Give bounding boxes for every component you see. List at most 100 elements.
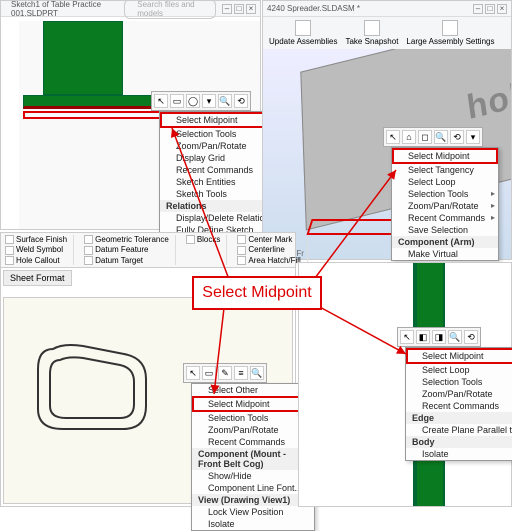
- menu-recent-commands[interactable]: Recent Commands: [192, 436, 314, 448]
- more-icon[interactable]: ▾: [466, 130, 480, 144]
- orbit-icon[interactable]: ⟲: [234, 94, 248, 108]
- filter-icon[interactable]: ▾: [202, 94, 216, 108]
- search-box[interactable]: Search files and models: [124, 0, 216, 19]
- titlebar: 4240 Spreader.SLDASM * – □ ×: [263, 1, 511, 17]
- iso-icon[interactable]: ◨: [432, 330, 446, 344]
- context-icon-toolbar: ↖ ▭ ◯ ▾ 🔍 ⟲: [151, 91, 251, 111]
- menu-recent-commands[interactable]: Recent Commands: [406, 400, 512, 412]
- titlebar: Sketch1 of Table Practice 001.SLDPRT Sea…: [1, 1, 260, 17]
- minimize-button[interactable]: –: [222, 4, 232, 14]
- menu-isolate[interactable]: Isolate: [192, 518, 314, 530]
- orbit-icon[interactable]: ⟲: [450, 130, 464, 144]
- weld-symbol-button[interactable]: Weld Symbol: [5, 245, 67, 254]
- close-button[interactable]: ×: [246, 4, 256, 14]
- label: Take Snapshot: [345, 37, 398, 46]
- menu-selection-tools[interactable]: Selection Tools: [392, 188, 498, 200]
- datum-feature-button[interactable]: Datum Feature: [84, 245, 169, 254]
- ribbon-group-blocks: Blocks: [186, 235, 228, 265]
- cube-icon[interactable]: ◧: [416, 330, 430, 344]
- label: Surface Finish: [16, 235, 67, 244]
- panel-sketch: Sketch1 of Table Practice 001.SLDPRT Sea…: [0, 0, 261, 230]
- minimize-button[interactable]: –: [473, 4, 483, 14]
- maximize-button[interactable]: □: [485, 4, 495, 14]
- centerline-icon: [237, 246, 246, 255]
- menu-select-other[interactable]: Select Other: [192, 384, 314, 396]
- menu-zoom-pan-rotate[interactable]: Zoom/Pan/Rotate: [406, 388, 512, 400]
- zoom-icon[interactable]: 🔍: [448, 330, 462, 344]
- camera-icon: [364, 20, 380, 36]
- menu-zoom-pan-rotate[interactable]: Zoom/Pan/Rotate: [392, 200, 498, 212]
- tab-sheet-format[interactable]: Sheet Format: [3, 270, 72, 286]
- mate-icon[interactable]: ⌂: [402, 130, 416, 144]
- close-button[interactable]: ×: [497, 4, 507, 14]
- update-assemblies-button[interactable]: Update Assemblies: [267, 19, 339, 47]
- menu-zoom-pan-rotate[interactable]: Zoom/Pan/Rotate: [192, 424, 314, 436]
- datum-target-button[interactable]: Datum Target: [84, 256, 169, 265]
- hole-icon: [5, 256, 14, 265]
- menu-select-midpoint[interactable]: Select Midpoint: [406, 348, 512, 364]
- zoom-icon[interactable]: 🔍: [434, 130, 448, 144]
- surface-finish-button[interactable]: Surface Finish: [5, 235, 67, 244]
- menu-isolate[interactable]: Isolate: [406, 448, 512, 460]
- area-hatch-button[interactable]: Area Hatch/Fill: [237, 256, 300, 265]
- centerline-button[interactable]: Centerline: [237, 245, 300, 254]
- panel-assembly: 4240 Spreader.SLDASM * – □ × Update Asse…: [262, 0, 512, 260]
- ribbon: Surface Finish Weld Symbol Hole Callout …: [1, 233, 295, 268]
- menu-component-line-font[interactable]: Component Line Font...: [192, 482, 314, 494]
- menu-save-selection[interactable]: Save Selection: [392, 224, 498, 236]
- toolbar: Update Assemblies Take Snapshot Large As…: [263, 17, 511, 49]
- menu-section-component: Component (Mount - Front Belt Cog): [192, 448, 314, 470]
- menu-show-hide[interactable]: Show/Hide: [192, 470, 314, 482]
- menu-select-tangency[interactable]: Select Tangency: [392, 164, 498, 176]
- cursor-icon[interactable]: ↖: [186, 366, 200, 380]
- cursor-icon[interactable]: ↖: [154, 94, 168, 108]
- layer-icon[interactable]: ≡: [234, 366, 248, 380]
- context-icon-toolbar: ↖ ▭ ✎ ≡ 🔍: [183, 363, 267, 383]
- context-icon-toolbar: ↖ ◧ ◨ 🔍 ⟲: [397, 327, 481, 347]
- zoom-icon[interactable]: 🔍: [218, 94, 232, 108]
- cursor-icon[interactable]: ↖: [386, 130, 400, 144]
- menu-make-virtual[interactable]: Make Virtual: [392, 248, 498, 260]
- maximize-button[interactable]: □: [234, 4, 244, 14]
- menu-selection-tools[interactable]: Selection Tools: [406, 376, 512, 388]
- window-buttons: – □ ×: [473, 4, 507, 14]
- menu-selection-tools[interactable]: Selection Tools: [192, 412, 314, 424]
- zoom-icon[interactable]: 🔍: [250, 366, 264, 380]
- hide-icon[interactable]: ◻: [418, 130, 432, 144]
- box-select-icon[interactable]: ▭: [170, 94, 184, 108]
- paint-icon[interactable]: ✎: [218, 366, 232, 380]
- geo-tolerance-button[interactable]: Geometric Tolerance: [84, 235, 169, 244]
- ribbon-group-datum: Geometric Tolerance Datum Feature Datum …: [84, 235, 176, 265]
- orbit-icon[interactable]: ⟲: [464, 330, 478, 344]
- menu-lock-view-position[interactable]: Lock View Position: [192, 506, 314, 518]
- context-menu: Select Midpoint Select Loop Selection To…: [405, 347, 512, 461]
- panel-drawing: Surface Finish Weld Symbol Hole Callout …: [0, 232, 296, 507]
- menu-section-body: Body: [406, 436, 512, 448]
- lasso-icon[interactable]: ◯: [186, 94, 200, 108]
- label: Datum Target: [95, 256, 143, 265]
- hatch-icon: [237, 256, 246, 265]
- box-icon[interactable]: ▭: [202, 366, 216, 380]
- menu-select-midpoint[interactable]: Select Midpoint: [192, 396, 314, 412]
- label: Geometric Tolerance: [95, 235, 169, 244]
- center-mark-button[interactable]: Center Mark: [237, 235, 300, 244]
- hole-callout-button[interactable]: Hole Callout: [5, 256, 67, 265]
- menu-select-midpoint[interactable]: Select Midpoint: [392, 148, 498, 164]
- surface-finish-icon: [5, 235, 14, 244]
- label: Update Assemblies: [269, 37, 337, 46]
- take-snapshot-button[interactable]: Take Snapshot: [343, 19, 400, 47]
- target-icon: [84, 256, 93, 265]
- context-icon-toolbar: ↖ ⌂ ◻ 🔍 ⟲ ▾: [383, 127, 483, 147]
- large-assembly-button[interactable]: Large Assembly Settings: [404, 19, 496, 47]
- menu-recent-commands[interactable]: Recent Commands: [392, 212, 498, 224]
- label: Center Mark: [248, 235, 292, 244]
- cursor-icon[interactable]: ↖: [400, 330, 414, 344]
- menu-select-loop[interactable]: Select Loop: [392, 176, 498, 188]
- menu-select-loop[interactable]: Select Loop: [406, 364, 512, 376]
- blocks-button[interactable]: Blocks: [186, 235, 221, 244]
- menu-create-plane[interactable]: Create Plane Parallel to Screen: [406, 424, 512, 436]
- menu-section-view: View (Drawing View1): [192, 494, 314, 506]
- tolerance-icon: [84, 235, 93, 244]
- part-column: [43, 21, 123, 95]
- context-menu: Select Midpoint Select Tangency Select L…: [391, 147, 499, 261]
